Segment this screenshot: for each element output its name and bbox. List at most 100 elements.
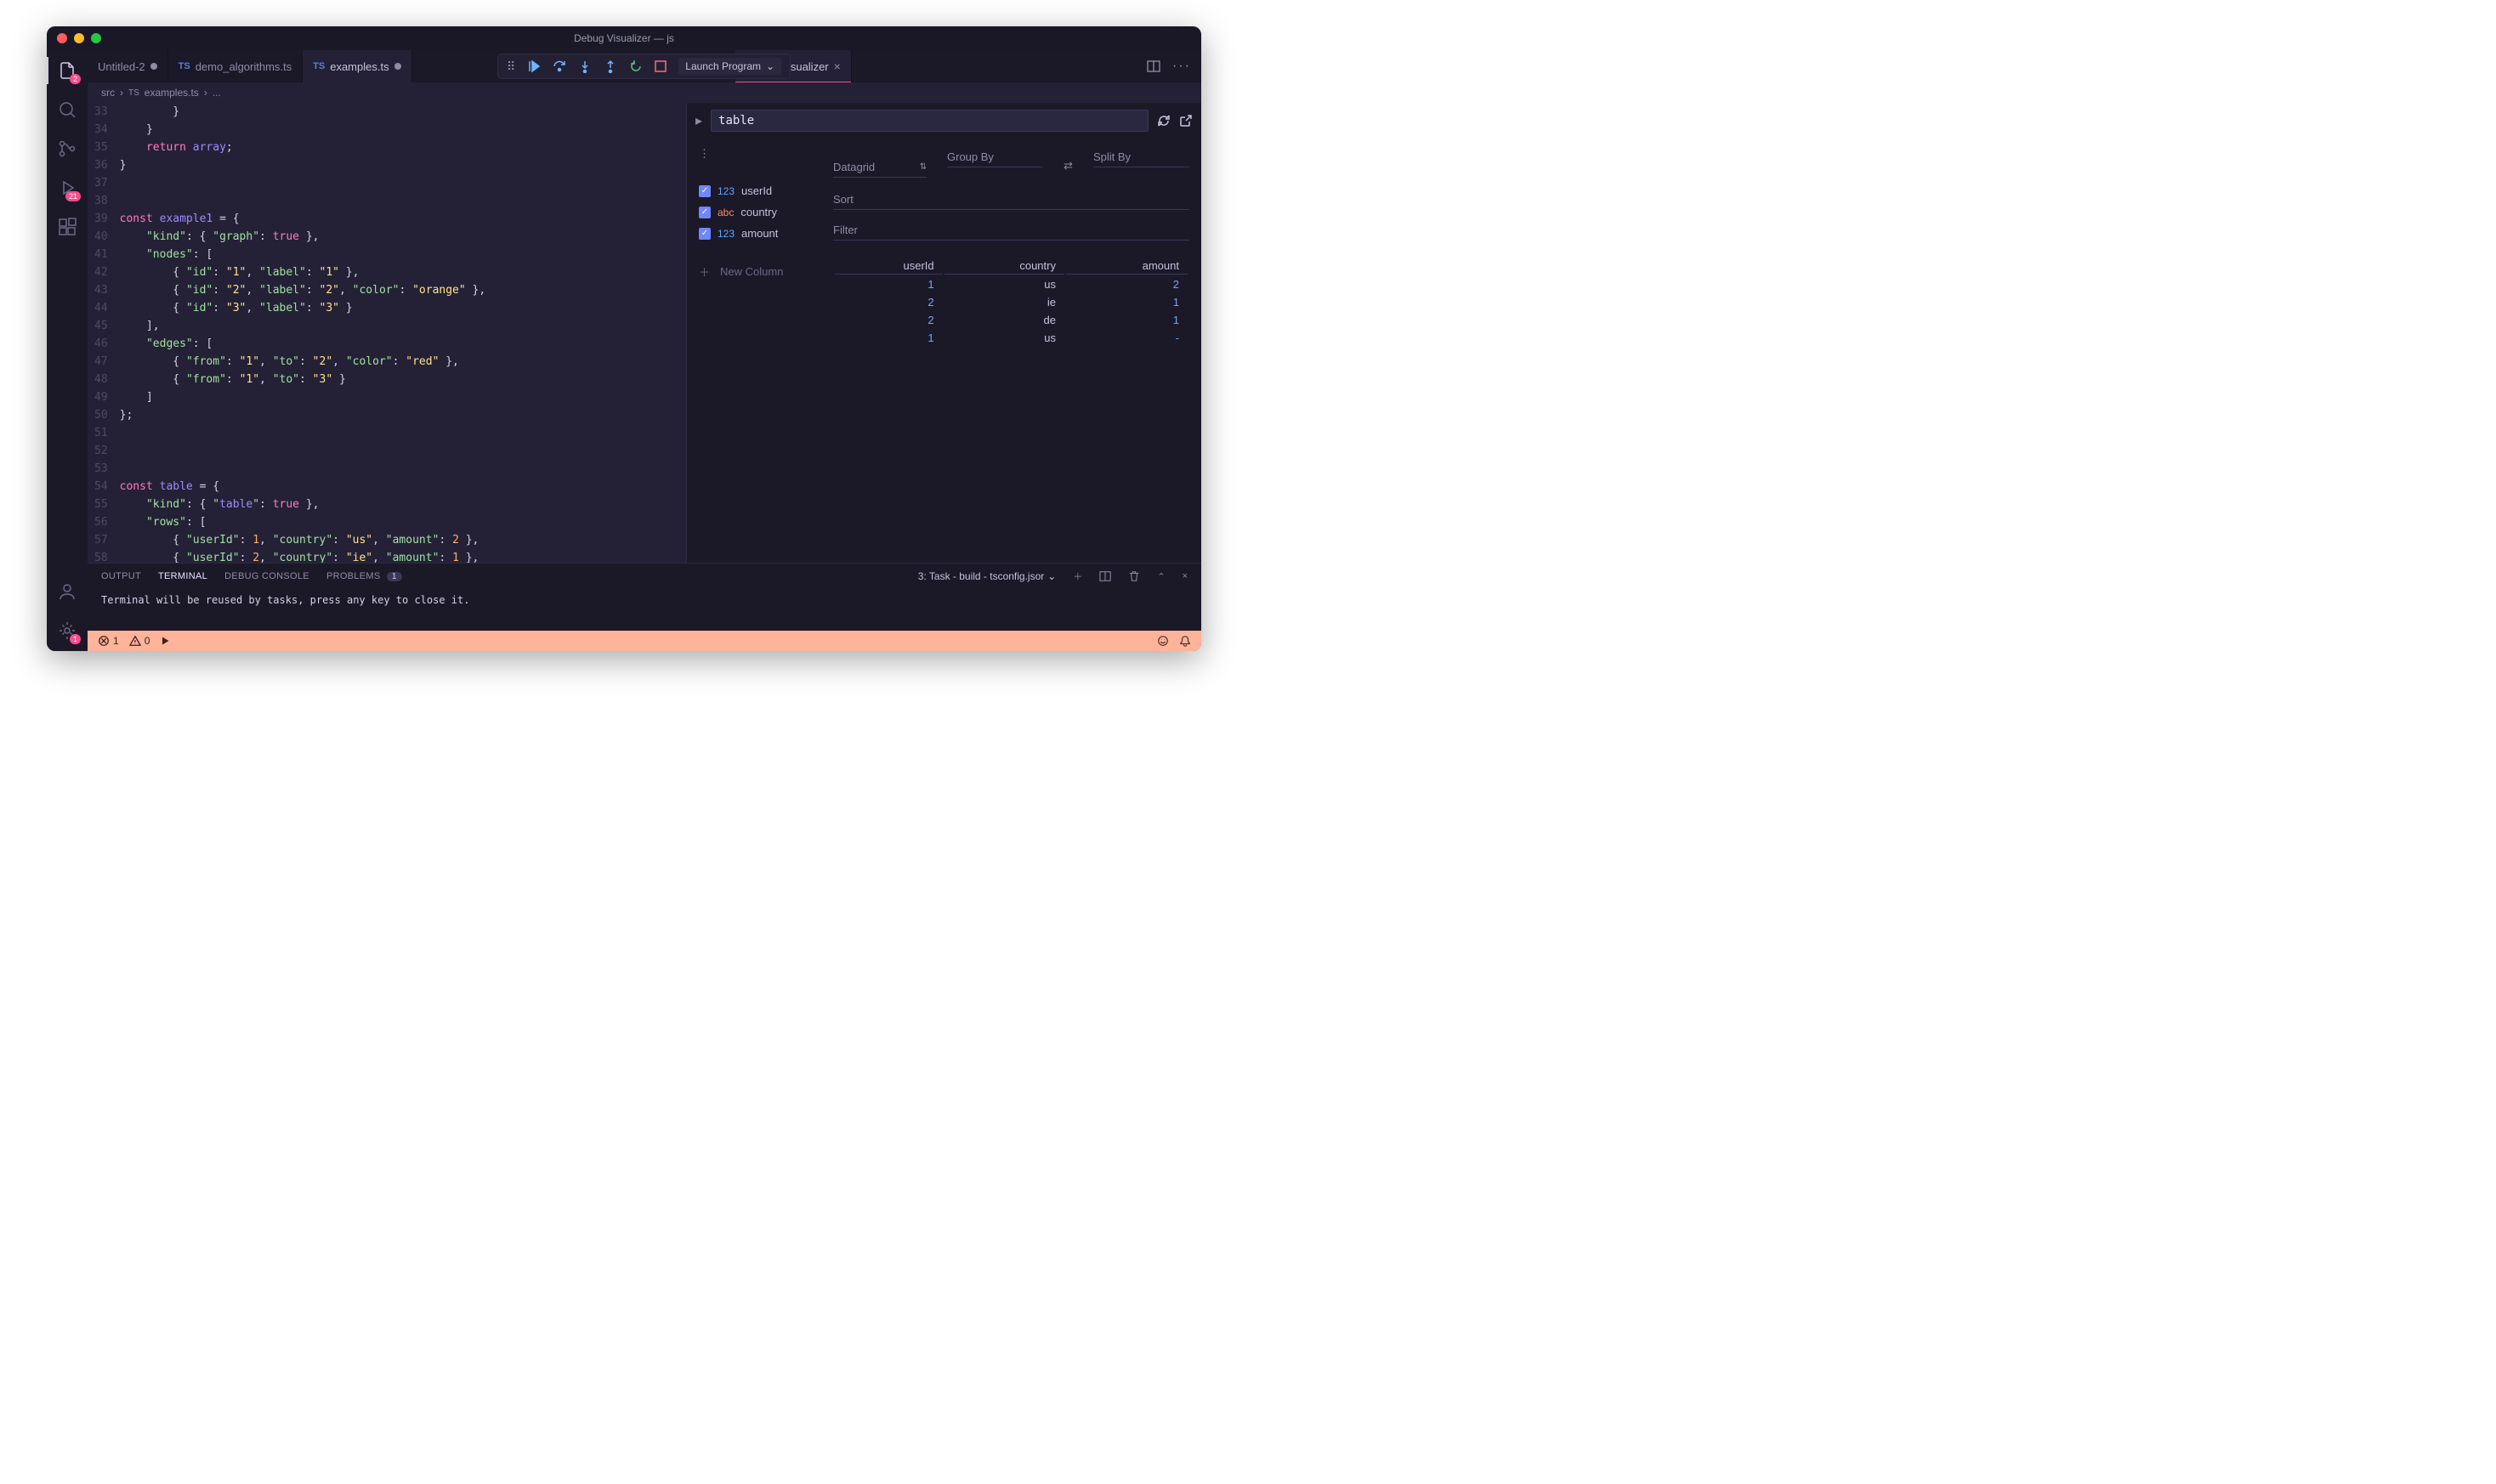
- swap-icon[interactable]: ⇄: [1064, 159, 1073, 178]
- feedback-icon[interactable]: [1157, 635, 1169, 647]
- viz-menu-icon[interactable]: ⋮: [699, 147, 818, 161]
- table-row: 1us-: [835, 330, 1188, 346]
- source-control-icon[interactable]: [57, 139, 77, 159]
- filter-field[interactable]: Filter: [833, 220, 1189, 241]
- crumb[interactable]: examples.ts: [145, 87, 199, 99]
- panel-tab-output[interactable]: OUTPUT: [101, 571, 141, 581]
- step-into-icon[interactable]: [578, 59, 592, 73]
- tab-demo-algorithms[interactable]: TS demo_algorithms.ts: [168, 50, 303, 82]
- checkbox-checked-icon: ✓: [699, 228, 711, 240]
- terminal-output[interactable]: Terminal will be reused by tasks, press …: [88, 589, 1201, 631]
- account-icon[interactable]: [57, 581, 77, 602]
- plus-icon: ＋: [699, 263, 710, 280]
- code-content[interactable]: } } return array;} const example1 = { "k…: [120, 103, 486, 563]
- explorer-icon[interactable]: 2: [57, 60, 77, 81]
- window-minimize[interactable]: [74, 33, 84, 43]
- view-label: Datagrid: [833, 161, 875, 173]
- extensions-icon[interactable]: [57, 217, 77, 237]
- split-editor-icon[interactable]: [1147, 59, 1160, 73]
- data-table: userIdcountryamount 1us22ie12de11us-: [833, 256, 1189, 348]
- breadcrumbs[interactable]: src › TS examples.ts › ...: [88, 82, 1201, 103]
- table-cell: 2: [835, 312, 943, 328]
- column-toggle-userid[interactable]: ✓ 123 userId: [699, 184, 818, 197]
- expression-input[interactable]: [711, 110, 1149, 132]
- search-icon[interactable]: [57, 99, 77, 120]
- settings-badge: 1: [70, 634, 81, 644]
- table-cell: 1: [1066, 294, 1188, 310]
- close-panel-icon[interactable]: ×: [1183, 571, 1188, 581]
- popout-icon[interactable]: [1179, 114, 1193, 127]
- code-editor[interactable]: 3334353637383940414243444546474849505152…: [88, 103, 686, 563]
- split-by-field[interactable]: Split By: [1093, 147, 1189, 167]
- table-cell: 2: [835, 294, 943, 310]
- restart-icon[interactable]: [629, 59, 643, 73]
- explorer-badge: 2: [70, 74, 81, 84]
- crumb[interactable]: ...: [213, 87, 221, 99]
- maximize-panel-icon[interactable]: ⌃: [1157, 571, 1165, 582]
- grip-icon[interactable]: ⠿: [507, 59, 515, 74]
- window-zoom[interactable]: [91, 33, 101, 43]
- table-cell: us: [945, 330, 1064, 346]
- tab-examples[interactable]: TS examples.ts: [303, 50, 411, 82]
- table-cell: -: [1066, 330, 1188, 346]
- visualizer-panel: ▸ ⋮ ✓: [686, 103, 1201, 563]
- tab-label: Untitled-2: [98, 60, 145, 73]
- window-close[interactable]: [57, 33, 67, 43]
- panel-tab-terminal[interactable]: TERMINAL: [158, 571, 207, 581]
- chevron-right-icon: ›: [204, 87, 207, 99]
- launch-config-label: Launch Program: [685, 60, 761, 72]
- panel-tab-debug-console[interactable]: DEBUG CONSOLE: [224, 571, 309, 581]
- debug-toolbar: ⠿: [497, 54, 791, 79]
- column-name: amount: [741, 227, 778, 240]
- table-cell: 1: [835, 276, 943, 292]
- titlebar: Debug Visualizer — js: [47, 26, 1201, 50]
- table-row: 1us2: [835, 276, 1188, 292]
- sort-field[interactable]: Sort: [833, 190, 1189, 210]
- split-terminal-icon[interactable]: [1099, 570, 1111, 582]
- step-over-icon[interactable]: [553, 59, 566, 73]
- errors-button[interactable]: 1: [98, 635, 119, 647]
- table-row: 2ie1: [835, 294, 1188, 310]
- table-cell: ie: [945, 294, 1064, 310]
- group-by-field[interactable]: Group By: [947, 147, 1043, 167]
- lang-icon: TS: [313, 61, 325, 71]
- new-column-button[interactable]: ＋ New Column: [699, 263, 818, 280]
- modified-icon: [150, 63, 157, 70]
- tab-label: demo_algorithms.ts: [196, 60, 292, 73]
- table-cell: 1: [1066, 312, 1188, 328]
- trash-icon[interactable]: [1128, 570, 1140, 582]
- stop-icon[interactable]: [655, 60, 667, 72]
- crumb[interactable]: src: [101, 87, 115, 99]
- table-header[interactable]: amount: [1066, 258, 1188, 275]
- refresh-icon[interactable]: [1157, 114, 1171, 127]
- settings-icon[interactable]: 1: [57, 620, 77, 641]
- run-task-icon[interactable]: [160, 636, 170, 646]
- view-selector[interactable]: Datagrid ⇅: [833, 161, 927, 178]
- debug-icon[interactable]: 21: [57, 178, 77, 198]
- panel-tab-problems[interactable]: PROBLEMS 1: [326, 571, 402, 581]
- continue-icon[interactable]: [527, 59, 541, 73]
- new-column-label: New Column: [720, 265, 783, 278]
- step-out-icon[interactable]: [604, 59, 617, 73]
- new-terminal-icon[interactable]: ＋: [1073, 569, 1082, 583]
- app-window: Debug Visualizer — js 2 21: [47, 26, 1201, 651]
- status-bar: 1 0: [88, 631, 1201, 651]
- close-icon[interactable]: ×: [834, 59, 841, 73]
- tab-untitled[interactable]: Untitled-2: [88, 50, 168, 82]
- more-icon[interactable]: ···: [1172, 59, 1191, 74]
- expand-icon[interactable]: ▸: [695, 112, 702, 129]
- launch-config-dropdown[interactable]: Launch Program ⌄: [678, 58, 781, 75]
- terminal-selector[interactable]: 3: Task - build - tsconfig.jsor ⌄: [918, 570, 1057, 582]
- checkbox-checked-icon: ✓: [699, 185, 711, 197]
- table-header[interactable]: country: [945, 258, 1064, 275]
- column-toggle-country[interactable]: ✓ abc country: [699, 206, 818, 218]
- warnings-button[interactable]: 0: [129, 635, 150, 647]
- type-badge: 123: [718, 228, 735, 240]
- bottom-panel: OUTPUT TERMINAL DEBUG CONSOLE PROBLEMS 1…: [88, 563, 1201, 631]
- sort-icon: ⇅: [920, 162, 927, 172]
- column-toggle-amount[interactable]: ✓ 123 amount: [699, 227, 818, 240]
- bell-icon[interactable]: [1179, 635, 1191, 647]
- type-badge: abc: [718, 207, 734, 218]
- table-header[interactable]: userId: [835, 258, 943, 275]
- line-gutter: 3334353637383940414243444546474849505152…: [88, 103, 120, 563]
